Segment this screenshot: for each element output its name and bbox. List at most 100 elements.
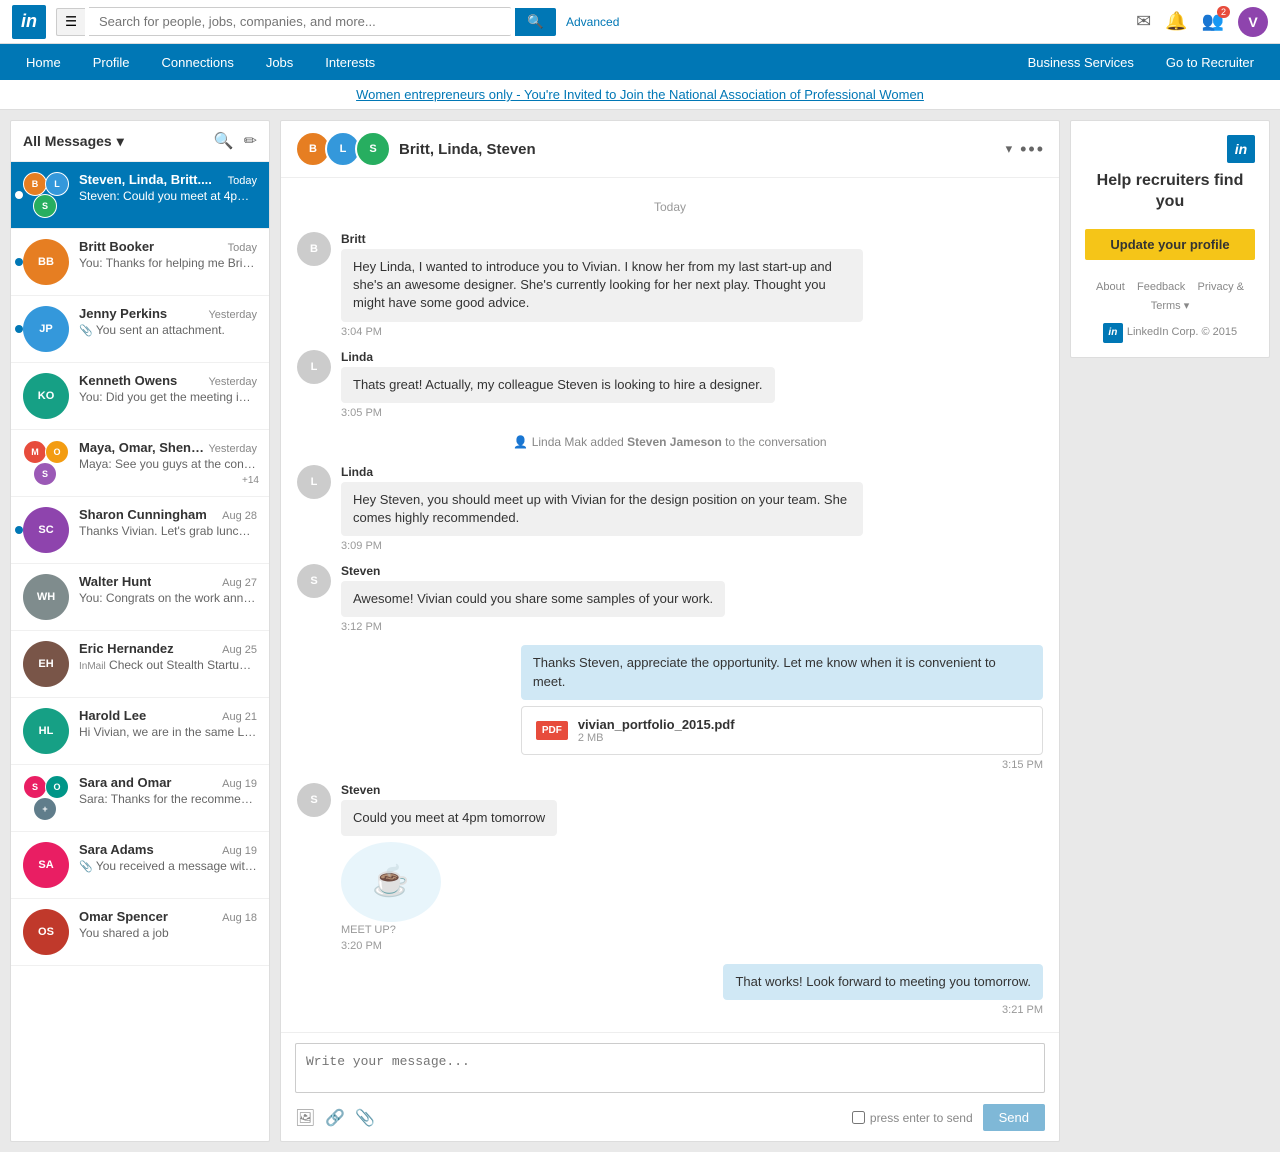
nav-connections[interactable]: Connections: [146, 44, 250, 80]
message-header: Britt Booker Today: [79, 239, 257, 254]
update-profile-button[interactable]: Update your profile: [1085, 229, 1255, 260]
nav-profile[interactable]: Profile: [77, 44, 146, 80]
message-item[interactable]: M O S Maya, Omar, Shengxhe... Yesterday …: [11, 430, 269, 497]
message-header: Maya, Omar, Shengxhe... Yesterday: [79, 440, 257, 455]
message-block-content: Britt Hey Linda, I wanted to introduce y…: [341, 232, 863, 338]
chat-message: S Steven Awesome! Vivian could you share…: [297, 564, 1043, 633]
link-icon[interactable]: 🔗: [325, 1108, 345, 1128]
message-item[interactable]: EH Eric Hernandez Aug 25 InMail Check ou…: [11, 631, 269, 698]
advanced-link[interactable]: Advanced: [566, 15, 619, 29]
avatar: SC: [23, 507, 69, 553]
message-preview: 📎 You sent an attachment.: [79, 323, 257, 337]
avatar: KO: [23, 373, 69, 419]
all-messages-button[interactable]: All Messages ▾: [23, 133, 124, 150]
pdf-size: 2 MB: [578, 732, 735, 744]
nav-business-services[interactable]: Business Services: [1012, 44, 1150, 80]
attach-icon[interactable]: 📎: [355, 1108, 375, 1128]
message-avatar: L: [297, 350, 331, 384]
avatar: HL: [23, 708, 69, 754]
promo-logo-area: in: [1085, 135, 1255, 163]
message-item[interactable]: WH Walter Hunt Aug 27 You: Congrats on t…: [11, 564, 269, 631]
nav-right: Business Services Go to Recruiter: [1012, 44, 1270, 80]
message-date: Today: [228, 175, 257, 187]
message-item[interactable]: B L S Steven, Linda, Britt.... Today Ste…: [11, 162, 269, 229]
message-header: Eric Hernandez Aug 25: [79, 641, 257, 656]
help-title: Help recruiters find you: [1085, 171, 1255, 213]
message-item[interactable]: BB Britt Booker Today You: Thanks for he…: [11, 229, 269, 296]
promo-banner[interactable]: Women entrepreneurs only - You're Invite…: [0, 80, 1280, 110]
message-item[interactable]: SA Sara Adams Aug 19 📎 You received a me…: [11, 832, 269, 899]
message-name: Maya, Omar, Shengxhe...: [79, 440, 208, 455]
image-icon[interactable]: 🖼: [295, 1108, 315, 1128]
message-header: Kenneth Owens Yesterday: [79, 373, 257, 388]
chat-message-self: That works! Look forward to meeting you …: [297, 964, 1043, 1016]
day-separator: Today: [297, 200, 1043, 214]
message-content: Harold Lee Aug 21 Hi Vivian, we are in t…: [79, 708, 257, 739]
search-button[interactable]: 🔍: [515, 8, 556, 36]
avatar-2: L: [45, 172, 69, 196]
connections-icon[interactable]: 👥2: [1202, 11, 1224, 32]
top-nav: in ☰ 🔍 Advanced ✉ 🔔 👥2 V: [0, 0, 1280, 44]
nav-go-recruiter[interactable]: Go to Recruiter: [1150, 44, 1270, 80]
chat-title-dropdown[interactable]: ▾: [1006, 141, 1013, 157]
message-name: Walter Hunt: [79, 574, 151, 589]
about-link[interactable]: About: [1096, 281, 1125, 293]
message-name: Sara Adams: [79, 842, 154, 857]
message-avatar: S: [297, 564, 331, 598]
message-block-content: Steven Awesome! Vivian could you share s…: [341, 564, 725, 633]
chat-main: B L S Britt, Linda, Steven ▾ ••• Today B…: [280, 120, 1060, 1142]
press-enter-text: press enter to send: [870, 1111, 973, 1125]
message-sender: Steven: [341, 783, 557, 797]
search-messages-icon[interactable]: 🔍: [214, 131, 234, 151]
press-enter-checkbox[interactable]: [852, 1111, 865, 1124]
app-body: All Messages ▾ 🔍 ✏ B L S Steven, Linda, …: [0, 110, 1280, 1152]
message-content: Sara Adams Aug 19 📎 You received a messa…: [79, 842, 257, 873]
compose-icon[interactable]: ✏: [244, 131, 257, 151]
compose-input[interactable]: [295, 1043, 1045, 1093]
message-header: Jenny Perkins Yesterday: [79, 306, 257, 321]
message-item[interactable]: KO Kenneth Owens Yesterday You: Did you …: [11, 363, 269, 430]
message-bubble: Thats great! Actually, my colleague Stev…: [341, 367, 775, 403]
message-preview: You: Did you get the meeting invite from…: [79, 390, 257, 404]
linkedin-logo[interactable]: in: [12, 5, 46, 39]
messages-icon[interactable]: ✉: [1136, 11, 1151, 32]
message-date: Aug 27: [222, 577, 257, 589]
nav-home[interactable]: Home: [10, 44, 77, 80]
message-content: Jenny Perkins Yesterday 📎 You sent an at…: [79, 306, 257, 337]
message-preview: Sara: Thanks for the recommendation you …: [79, 792, 257, 806]
message-block-content: Thanks Steven, appreciate the opportunit…: [521, 645, 1043, 770]
system-text: Linda Mak added Steven Jameson to the co…: [532, 435, 827, 449]
send-button[interactable]: Send: [983, 1104, 1045, 1131]
avatar-1: M: [23, 440, 47, 464]
message-preview: Steven: Could you meet at 4pm tomorrow: [79, 189, 257, 203]
message-content: Britt Booker Today You: Thanks for helpi…: [79, 239, 257, 270]
message-name: Sharon Cunningham: [79, 507, 207, 522]
message-item[interactable]: HL Harold Lee Aug 21 Hi Vivian, we are i…: [11, 698, 269, 765]
message-block-content: Linda Thats great! Actually, my colleagu…: [341, 350, 775, 419]
notifications-icon[interactable]: 🔔: [1165, 11, 1187, 32]
nav-interests[interactable]: Interests: [309, 44, 391, 80]
chat-header: B L S Britt, Linda, Steven ▾ •••: [281, 121, 1059, 178]
chat-participants-avatars: B L S: [295, 131, 391, 167]
nav-jobs[interactable]: Jobs: [250, 44, 309, 80]
avatar-2: O: [45, 440, 69, 464]
user-avatar[interactable]: V: [1238, 7, 1268, 37]
message-header: Harold Lee Aug 21: [79, 708, 257, 723]
message-block-content: Steven Could you meet at 4pm tomorrow ☕ …: [341, 783, 557, 952]
message-preview: You shared a job: [79, 926, 257, 940]
message-item[interactable]: OS Omar Spencer Aug 18 You shared a job: [11, 899, 269, 966]
feedback-link[interactable]: Feedback: [1137, 281, 1185, 293]
pdf-attachment[interactable]: PDF vivian_portfolio_2015.pdf 2 MB: [521, 706, 1043, 755]
message-item[interactable]: S O + Sara and Omar Aug 19 Sara: Thanks …: [11, 765, 269, 832]
search-menu-btn[interactable]: ☰: [56, 8, 85, 36]
message-item[interactable]: JP Jenny Perkins Yesterday 📎 You sent an…: [11, 296, 269, 363]
search-input[interactable]: [89, 7, 511, 36]
message-content: Steven, Linda, Britt.... Today Steven: C…: [79, 172, 257, 203]
nav-icons: ✉ 🔔 👥2 V: [1136, 7, 1268, 37]
avatar-2: O: [45, 775, 69, 799]
chat-more-options[interactable]: •••: [1020, 139, 1045, 160]
avatar-1: B: [23, 172, 47, 196]
pdf-name: vivian_portfolio_2015.pdf: [578, 717, 735, 732]
message-item[interactable]: SC Sharon Cunningham Aug 28 Thanks Vivia…: [11, 497, 269, 564]
dropdown-caret: ▾: [1184, 300, 1190, 312]
